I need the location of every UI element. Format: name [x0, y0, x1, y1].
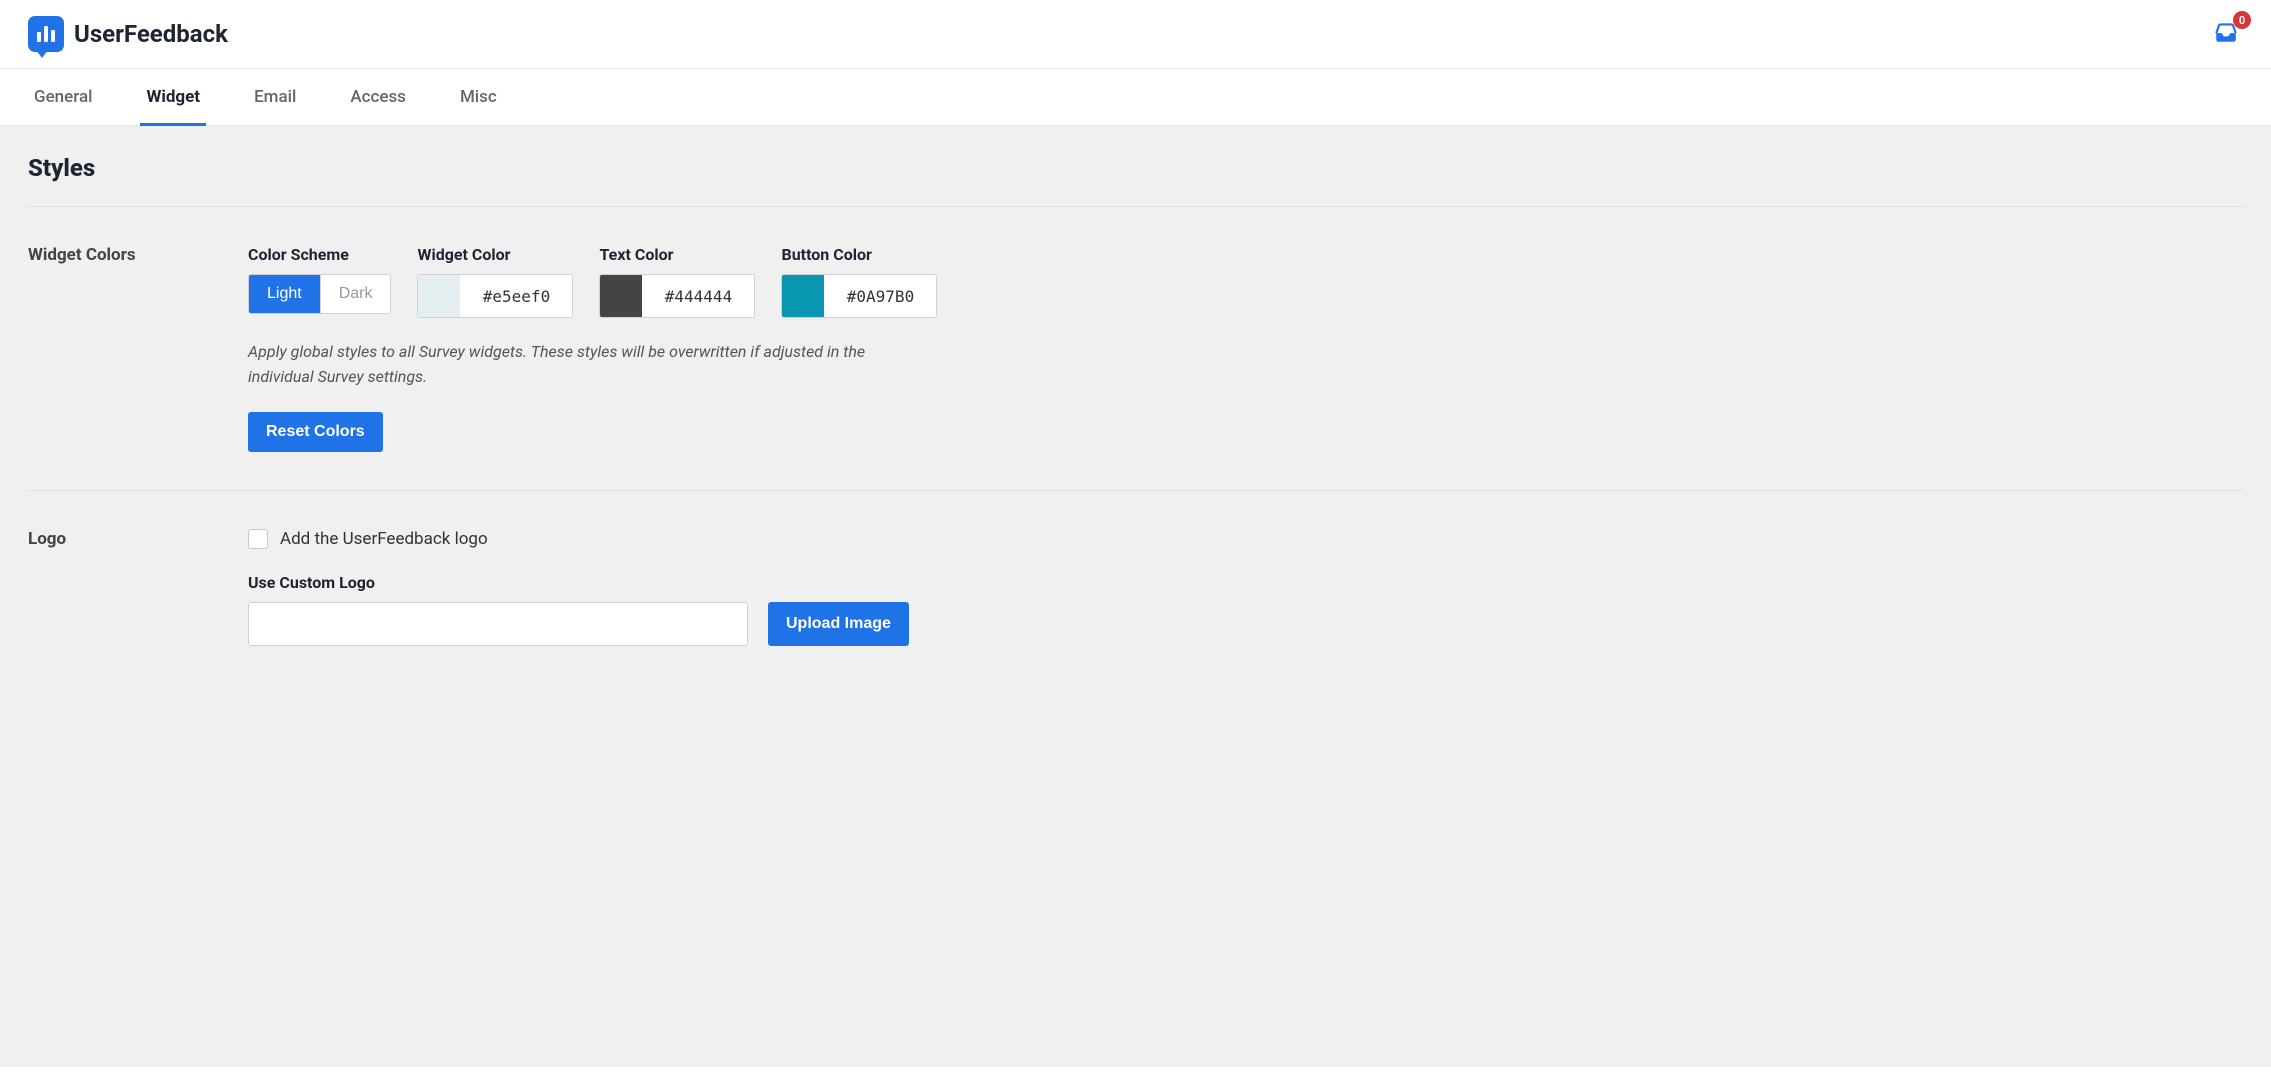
color-scheme-label: Color Scheme [248, 245, 391, 264]
divider [28, 490, 2243, 491]
divider [28, 206, 2243, 207]
section-widget-colors: Widget Colors Color Scheme Light Dark Wi… [28, 245, 2243, 452]
tab-access[interactable]: Access [344, 69, 412, 125]
text-color-label: Text Color [599, 245, 755, 264]
text-color-group: Text Color [599, 245, 755, 318]
button-color-field[interactable] [824, 275, 936, 317]
add-logo-checkbox[interactable] [248, 529, 268, 549]
page-title: Styles [28, 154, 2243, 182]
scheme-light-button[interactable]: Light [249, 275, 320, 313]
tab-general[interactable]: General [28, 69, 98, 125]
text-color-input [599, 274, 755, 318]
color-scheme-group: Color Scheme Light Dark [248, 245, 391, 318]
inbox-badge: 0 [2233, 11, 2251, 29]
widget-color-group: Widget Color [417, 245, 573, 318]
widget-colors-help: Apply global styles to all Survey widget… [248, 340, 928, 390]
scheme-dark-button[interactable]: Dark [320, 275, 391, 313]
button-color-input [781, 274, 937, 318]
widget-color-swatch[interactable] [418, 275, 460, 317]
custom-logo-label: Use Custom Logo [248, 573, 2243, 592]
chat-bar-icon [28, 16, 64, 52]
widget-color-input [417, 274, 573, 318]
reset-colors-button[interactable]: Reset Colors [248, 412, 383, 452]
tab-email[interactable]: Email [248, 69, 302, 125]
content-area: Styles Widget Colors Color Scheme Light … [0, 126, 2271, 1067]
button-color-group: Button Color [781, 245, 937, 318]
widget-color-field[interactable] [460, 275, 572, 317]
widget-colors-heading: Widget Colors [28, 245, 208, 265]
upload-image-button[interactable]: Upload Image [768, 602, 909, 646]
brand-name: UserFeedback [74, 20, 228, 48]
logo-heading: Logo [28, 529, 208, 549]
brand-logo[interactable]: UserFeedback [28, 16, 228, 52]
tab-misc[interactable]: Misc [454, 69, 503, 125]
settings-tabs: General Widget Email Access Misc [0, 69, 2271, 126]
text-color-swatch[interactable] [600, 275, 642, 317]
widget-color-label: Widget Color [417, 245, 573, 264]
tab-widget[interactable]: Widget [140, 69, 206, 125]
button-color-swatch[interactable] [782, 275, 824, 317]
section-logo: Logo Add the UserFeedback logo Use Custo… [28, 529, 2243, 646]
app-header: UserFeedback 0 [0, 0, 2271, 69]
add-logo-label: Add the UserFeedback logo [280, 529, 488, 549]
text-color-field[interactable] [642, 275, 754, 317]
button-color-label: Button Color [781, 245, 937, 264]
color-scheme-toggle: Light Dark [248, 274, 391, 314]
inbox-button[interactable]: 0 [2209, 19, 2243, 49]
custom-logo-input[interactable] [248, 602, 748, 646]
